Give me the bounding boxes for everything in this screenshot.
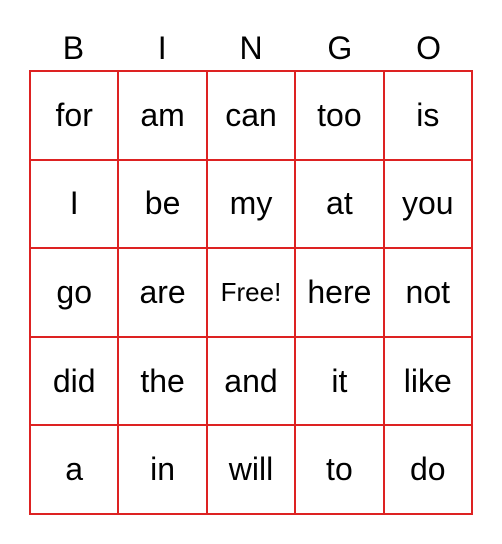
bingo-cell[interactable]: do [383,425,472,514]
header-letter-i: I [157,30,167,66]
bingo-cell[interactable]: in [118,425,207,514]
bingo-cell[interactable]: my [206,159,296,249]
bingo-header: B I N G O [29,28,473,68]
bingo-card: for am can too is Ibe my at you go are Free! here not… [29,70,473,515]
bingo-cell[interactable]: to [295,425,384,514]
bingo-cell[interactable]: the [118,336,207,426]
bingo-cell[interactable]: did [30,336,119,426]
bingo-cell[interactable]: it [295,336,384,426]
header-letter-g: G [327,30,353,66]
bingo-cell[interactable]: like [383,336,472,426]
bingo-cell[interactable]: not [383,248,472,337]
bingo-cell[interactable]: are [118,248,207,337]
bingo-cell[interactable]: go [30,248,119,337]
header-letter-b: B [62,30,85,66]
header-letter-n: N [239,30,263,66]
bingo-cell[interactable]: is [383,71,472,160]
bingo-cell[interactable]: will [206,425,296,514]
bingo-cell[interactable]: too [295,71,384,160]
header-letter-o: O [416,30,442,66]
free-space-cell[interactable]: Free! [206,248,296,337]
bingo-cell[interactable]: am [118,71,207,160]
bingo-cell[interactable]: and [206,336,296,426]
bingo-cell[interactable]: at [295,159,384,249]
bingo-cell[interactable]: be [118,159,207,249]
bingo-cell[interactable]: I [30,159,119,249]
bingo-cell[interactable]: can [206,71,296,160]
bingo-cell[interactable]: a [30,425,119,514]
bingo-cell[interactable]: for [30,71,119,160]
bingo-cell[interactable]: here [295,248,384,337]
bingo-cell[interactable]: you [383,159,472,249]
